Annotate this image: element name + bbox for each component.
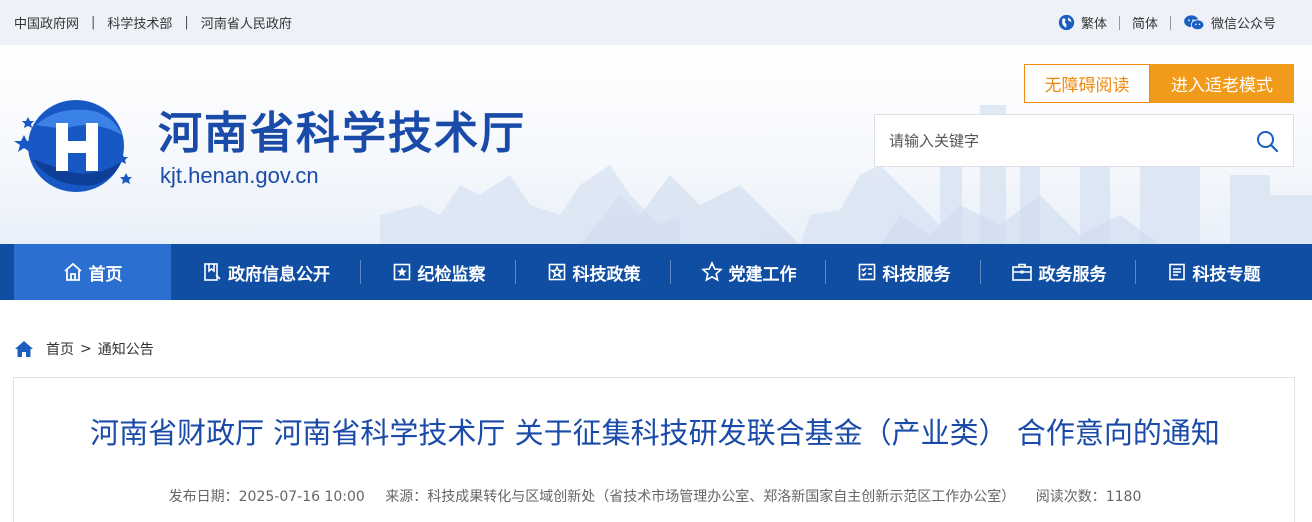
link-separator: | xyxy=(184,15,189,30)
accessible-reading-button[interactable]: 无障碍阅读 xyxy=(1024,64,1150,103)
search-input[interactable] xyxy=(875,115,1245,166)
site-header: 河南省科学技术厅 kjt.henan.gov.cn 无障碍阅读 进入适老模式 xyxy=(0,45,1312,244)
nav-item-tech-service[interactable]: 科技服务 xyxy=(826,244,981,300)
utility-right: 繁体 简体 微信公众号 xyxy=(1058,0,1276,45)
link-china-gov[interactable]: 中国政府网 xyxy=(14,13,79,32)
nav-item-gov-service[interactable]: 政务服务 xyxy=(981,244,1136,300)
breadcrumb-separator: > xyxy=(80,341,92,357)
nav-item-gov-info[interactable]: 政府信息公开 xyxy=(171,244,361,300)
info-public-icon xyxy=(204,263,221,281)
article-panel: 河南省财政厅 河南省科学技术厅 关于征集科技研发联合基金（产业类） 合作意向的通… xyxy=(13,377,1295,522)
divider xyxy=(1118,15,1120,30)
main-navigation: 首页 政府信息公开 纪检监察 科技政策 党建工作 科技服务 政务服务 科技专题 xyxy=(0,244,1312,300)
policy-icon xyxy=(548,263,565,281)
inspection-icon xyxy=(393,263,410,281)
simplified-label: 简体 xyxy=(1131,17,1158,32)
breadcrumb-home[interactable]: 首页 xyxy=(46,339,74,359)
home-icon xyxy=(63,262,82,281)
article-source: 来源：科技成果转化与区域创新处（省技术市场管理办公室、郑洛新国家自主创新示范区工… xyxy=(385,489,1016,505)
article-title: 河南省财政厅 河南省科学技术厅 关于征集科技研发联合基金（产业类） 合作意向的通… xyxy=(90,416,1220,450)
nav-item-policy[interactable]: 科技政策 xyxy=(516,244,671,300)
publish-date: 发布日期：2025-07-16 10:00 xyxy=(168,489,365,505)
briefcase-icon xyxy=(1011,263,1032,281)
wechat-account-link[interactable]: 微信公众号 xyxy=(1183,13,1276,32)
nav-item-party[interactable]: 党建工作 xyxy=(671,244,826,300)
traditional-chinese-toggle[interactable]: 繁体 xyxy=(1058,13,1107,32)
globe-icon xyxy=(1058,14,1075,31)
wechat-icon xyxy=(1184,14,1205,30)
traditional-label: 繁体 xyxy=(1080,17,1107,32)
search-box xyxy=(874,114,1294,167)
nav-item-inspection[interactable]: 纪检监察 xyxy=(361,244,516,300)
simplified-chinese-toggle[interactable]: 简体 xyxy=(1132,13,1158,32)
search-icon[interactable] xyxy=(1255,129,1279,153)
link-henan-gov[interactable]: 河南省人民政府 xyxy=(201,13,292,32)
nav-item-home[interactable]: 首页 xyxy=(14,244,171,300)
henan-logo-icon xyxy=(14,100,132,192)
external-links: 中国政府网 | 科学技术部 | 河南省人民政府 xyxy=(14,0,292,45)
top-utility-bar: 中国政府网 | 科学技术部 | 河南省人民政府 繁体 简体 微信公众号 xyxy=(0,0,1312,45)
star-icon xyxy=(700,261,723,282)
link-most[interactable]: 科学技术部 xyxy=(107,13,172,32)
view-count: 阅读次数：1180 xyxy=(1035,489,1142,505)
checklist-icon xyxy=(858,263,875,281)
site-domain: kjt.henan.gov.cn xyxy=(160,163,319,188)
site-title: 河南省科学技术厅 xyxy=(158,108,526,159)
elder-mode-button[interactable]: 进入适老模式 xyxy=(1150,64,1294,103)
breadcrumb-current[interactable]: 通知公告 xyxy=(98,339,154,359)
article-meta: 发布日期：2025-07-16 10:00 来源：科技成果转化与区域创新处（省技… xyxy=(14,486,1296,506)
nav-item-tech-topic[interactable]: 科技专题 xyxy=(1136,244,1291,300)
document-icon xyxy=(1168,263,1185,281)
divider xyxy=(1169,15,1171,30)
link-separator: | xyxy=(91,15,96,30)
home-icon xyxy=(15,341,33,357)
breadcrumb: 首页 > 通知公告 xyxy=(14,338,154,360)
wechat-label: 微信公众号 xyxy=(1210,17,1276,32)
